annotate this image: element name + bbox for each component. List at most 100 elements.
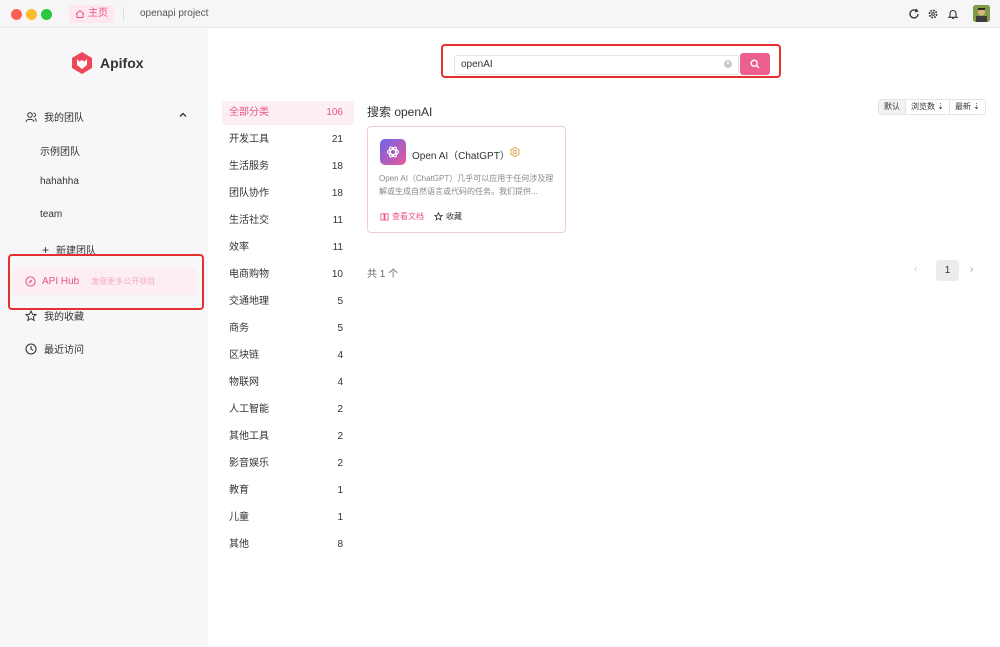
chevron-up-icon[interactable] — [179, 111, 187, 119]
category-count: 2 — [337, 431, 343, 442]
book-icon — [380, 213, 389, 221]
avatar[interactable] — [973, 5, 990, 22]
tab-project[interactable]: openapi project — [140, 7, 208, 21]
category-label: 教育 — [229, 485, 249, 496]
category-item[interactable]: 交通地理 5 — [222, 290, 354, 314]
page-number[interactable]: 1 — [936, 260, 959, 281]
sidebar-team-item[interactable]: 示例团队 — [40, 143, 80, 158]
category-label: 电商购物 — [229, 269, 269, 280]
category-count: 1 — [337, 512, 343, 523]
sidebar-team-item[interactable]: hahahha — [40, 176, 79, 187]
category-count: 18 — [331, 188, 343, 199]
category-item[interactable]: 儿童 1 — [222, 506, 354, 530]
category-count: 1 — [337, 485, 343, 496]
category-count: 5 — [337, 296, 343, 307]
category-count: 18 — [331, 161, 343, 172]
category-item[interactable]: 团队协作 18 — [222, 182, 354, 206]
category-count: 5 — [337, 323, 343, 334]
category-list: 全部分类 106 开发工具 21 生活服务 18 团队协作 18 生活社交 11 效率 11 电商购物 1… — [222, 101, 354, 560]
category-item[interactable]: 物联网 4 — [222, 371, 354, 395]
category-count: 106 — [326, 107, 343, 118]
results-total: 共 1 个 — [367, 269, 399, 280]
category-count: 2 — [337, 458, 343, 469]
recent-label: 最近访问 — [44, 345, 84, 356]
refresh-icon[interactable] — [907, 7, 921, 21]
category-label: 交通地理 — [229, 296, 269, 307]
star-icon — [434, 212, 443, 221]
highlight-box-search — [441, 44, 781, 78]
favorite-button[interactable]: 收藏 — [434, 211, 462, 222]
team-icon — [25, 111, 37, 122]
clock-icon — [25, 342, 37, 355]
sort-latest[interactable]: 最新 ⇣ — [950, 100, 985, 114]
category-label: 其他工具 — [229, 431, 269, 442]
sidebar-item-my-team[interactable]: 我的团队 — [25, 109, 190, 124]
favorites-label: 我的收藏 — [44, 312, 84, 323]
category-item[interactable]: 影音娱乐 2 — [222, 452, 354, 476]
card-description: Open AI（ChatGPT）几乎可以应用于任何涉及理解或生成自然语言或代码的… — [379, 174, 554, 196]
category-label: 生活社交 — [229, 215, 269, 226]
category-label: 生活服务 — [229, 161, 269, 172]
sidebar-item-recent[interactable]: 最近访问 — [25, 341, 84, 356]
card-title: Open AI（ChatGPT） — [412, 151, 510, 162]
close-window-button[interactable] — [11, 9, 22, 20]
category-label: 其他 — [229, 539, 249, 550]
apifox-logo-icon — [72, 52, 92, 74]
category-item[interactable]: 全部分类 106 — [222, 101, 354, 125]
sort-options: 默认 浏览数 ⇣ 最新 ⇣ — [878, 99, 986, 115]
category-label: 团队协作 — [229, 188, 269, 199]
sidebar-team-item[interactable]: team — [40, 209, 62, 220]
category-item[interactable]: 开发工具 21 — [222, 128, 354, 152]
category-count: 4 — [337, 350, 343, 361]
bell-icon[interactable] — [946, 7, 960, 21]
category-item[interactable]: 生活社交 11 — [222, 209, 354, 233]
sidebar-item-favorites[interactable]: 我的收藏 — [25, 308, 84, 323]
verified-badge-icon — [510, 147, 520, 157]
tab-home[interactable]: 主页 — [69, 5, 114, 23]
chevron-right-icon[interactable]: › — [970, 264, 973, 275]
home-icon — [75, 9, 85, 18]
category-item[interactable]: 生活服务 18 — [222, 155, 354, 179]
category-count: 11 — [332, 215, 343, 226]
api-card-openai[interactable]: Open AI（ChatGPT） Open AI（ChatGPT）几乎可以应用于… — [367, 126, 566, 233]
logo-text: Apifox — [100, 55, 144, 71]
category-count: 21 — [331, 134, 343, 145]
category-item[interactable]: 其他工具 2 — [222, 425, 354, 449]
category-count: 4 — [337, 377, 343, 388]
category-label: 物联网 — [229, 377, 259, 388]
category-label: 人工智能 — [229, 404, 269, 415]
view-docs-link[interactable]: 查看文档 — [380, 211, 424, 222]
sort-default[interactable]: 默认 — [879, 100, 906, 114]
view-docs-label: 查看文档 — [392, 212, 424, 221]
category-item[interactable]: 教育 1 — [222, 479, 354, 503]
category-label: 商务 — [229, 323, 249, 334]
sort-views[interactable]: 浏览数 ⇣ — [906, 100, 950, 114]
category-item[interactable]: 区块链 4 — [222, 344, 354, 368]
category-label: 影音娱乐 — [229, 458, 269, 469]
category-count: 2 — [337, 404, 343, 415]
category-item[interactable]: 人工智能 2 — [222, 398, 354, 422]
window-titlebar: 主页 openapi project — [0, 0, 1000, 28]
category-label: 儿童 — [229, 512, 249, 523]
category-item[interactable]: 商务 5 — [222, 317, 354, 341]
openai-logo-icon — [380, 139, 406, 165]
apifox-logo: Apifox — [70, 51, 144, 75]
maximize-window-button[interactable] — [41, 9, 52, 20]
category-label: 全部分类 — [229, 107, 269, 118]
category-count: 10 — [331, 269, 343, 280]
category-item[interactable]: 其他 8 — [222, 533, 354, 557]
chevron-left-icon[interactable]: ‹ — [914, 264, 917, 275]
minimize-window-button[interactable] — [26, 9, 37, 20]
sidebar: Apifox 我的团队 示例团队 hahahha team + 新建团队 API… — [0, 29, 208, 647]
highlight-box-api-hub — [8, 254, 204, 310]
favorite-label: 收藏 — [446, 212, 462, 221]
category-label: 效率 — [229, 242, 249, 253]
results-title: 搜索 openAI — [367, 105, 433, 119]
category-item[interactable]: 效率 11 — [222, 236, 354, 260]
gear-icon[interactable] — [926, 7, 940, 21]
category-count: 8 — [337, 539, 343, 550]
sidebar-item-my-team-label: 我的团队 — [44, 113, 84, 124]
star-icon — [25, 309, 37, 322]
category-item[interactable]: 电商购物 10 — [222, 263, 354, 287]
category-count: 11 — [332, 242, 343, 253]
